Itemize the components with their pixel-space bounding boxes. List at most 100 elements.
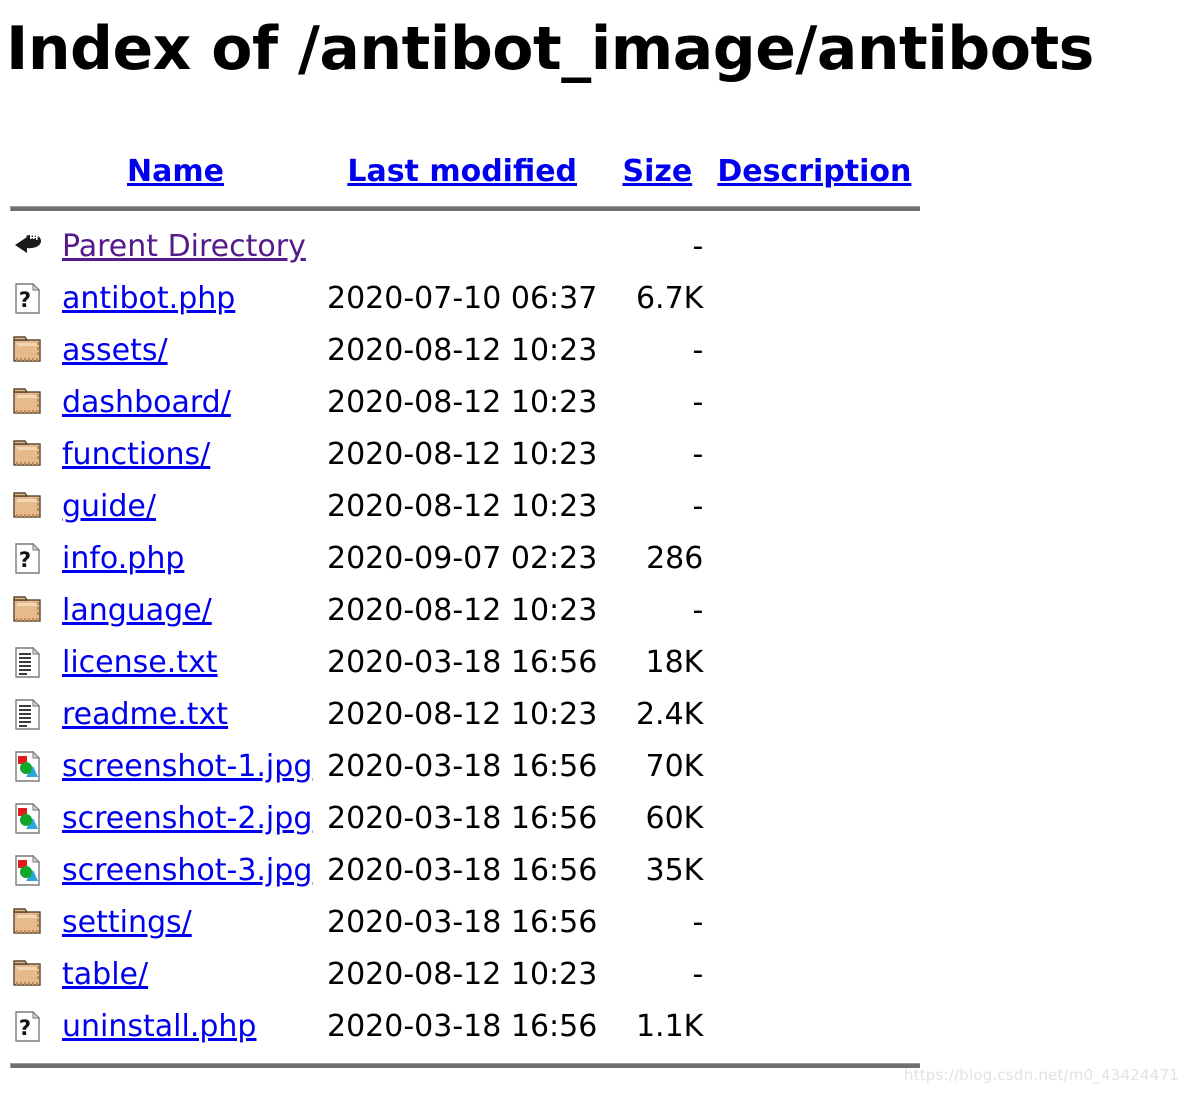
row-name-cell: uninstall.php [52,1001,327,1053]
unknown-file-icon: ? [12,282,44,316]
row-name-cell: readme.txt [52,689,327,741]
folder-icon [12,334,44,368]
row-last-modified-cell: 2020-08-12 10:23 [327,437,598,472]
row-description-cell [717,377,927,429]
horizontal-rule-top [10,206,920,211]
row-icon-cell: ? [0,273,52,325]
table-row: table/2020-08-12 10:23 - [0,949,927,1001]
file-link[interactable]: Parent Directory [62,229,306,264]
table-row: readme.txt 2020-08-12 10:23 2.4K [0,689,927,741]
row-last-modified-cell: 2020-03-18 16:56 [327,801,598,836]
file-link[interactable]: screenshot-2.jpg [62,801,312,836]
row-description-cell [717,897,927,949]
row-icon-cell [0,481,52,533]
file-link[interactable]: language/ [62,593,212,628]
row-size-cell: - [692,229,704,264]
file-link[interactable]: readme.txt [62,697,228,732]
file-link[interactable]: table/ [62,957,148,992]
column-header-last-modified-cell: Last modified [327,148,597,196]
row-description-cell [717,1001,927,1053]
table-row: ? uninstall.php 2020-03-18 16:56 1.1K [0,1001,927,1053]
row-description-cell [717,689,927,741]
row-last-modified-cell: 2020-08-12 10:23 [327,697,598,732]
row-name-cell: language/ [52,585,327,637]
row-name-cell: license.txt [52,637,327,689]
folder-icon [12,958,44,992]
table-row: screenshot-3.jpg 2020-03-18 16:56 35K [0,845,927,897]
row-size-cell: - [692,593,704,628]
row-name-cell: info.php [52,533,327,585]
row-icon-cell [0,897,52,949]
table-row: assets/2020-08-12 10:23 - [0,325,927,377]
table-row: settings/2020-03-18 16:56 - [0,897,927,949]
svg-text:?: ? [19,548,31,572]
row-last-modified-cell: 2020-03-18 16:56 [327,749,598,784]
svg-text:?: ? [19,288,31,312]
row-description-cell [717,585,927,637]
folder-icon [12,490,44,524]
row-description-cell [717,481,927,533]
row-name-cell: Parent Directory [52,221,327,273]
row-description-cell [717,221,927,273]
row-name-cell: functions/ [52,429,327,481]
row-last-modified-cell [327,221,597,273]
row-size-cell: 18K [645,645,704,680]
row-description-cell [717,533,927,585]
row-last-modified-cell: 2020-08-12 10:23 [327,333,598,368]
table-row: language/2020-08-12 10:23 - [0,585,927,637]
folder-icon [12,438,44,472]
row-icon-cell [0,325,52,377]
row-icon-cell: ? [0,533,52,585]
row-last-modified-cell: 2020-03-18 16:56 [327,905,598,940]
table-row: screenshot-2.jpg 2020-03-18 16:56 60K [0,793,927,845]
column-header-size-cell: Size [597,148,717,196]
row-icon-cell [0,845,52,897]
row-description-cell [717,949,927,1001]
file-link[interactable]: antibot.php [62,281,235,316]
row-icon-cell [0,585,52,637]
file-link[interactable]: guide/ [62,489,156,524]
row-size-cell: 60K [645,801,704,836]
file-link[interactable]: assets/ [62,333,168,368]
image-file-icon [12,750,44,784]
sort-by-name-link[interactable]: Name [127,154,224,189]
unknown-file-icon: ? [12,542,44,576]
row-size-cell: 6.7K [635,281,704,316]
table-row: dashboard/2020-08-12 10:23 - [0,377,927,429]
file-link[interactable]: settings/ [62,905,192,940]
row-last-modified-cell: 2020-08-12 10:23 [327,957,598,992]
row-size-cell: - [692,437,704,472]
row-name-cell: settings/ [52,897,327,949]
file-link[interactable]: screenshot-1.jpg [62,749,312,784]
row-name-cell: screenshot-3.jpg [52,845,327,897]
row-name-cell: antibot.php [52,273,327,325]
sort-by-description-link[interactable]: Description [717,154,911,189]
text-file-icon [12,698,44,732]
directory-index-table: Name Last modified Size Description Pare… [0,148,927,1078]
file-link[interactable]: dashboard/ [62,385,231,420]
footer-separator-row [0,1053,927,1078]
table-body: Parent Directory -? antibot.php 2020-07-10 … [0,221,927,1053]
row-icon-cell [0,741,52,793]
image-file-icon [12,854,44,888]
row-last-modified-cell: 2020-08-12 10:23 [327,489,598,524]
table-row: Parent Directory - [0,221,927,273]
file-link[interactable]: info.php [62,541,184,576]
row-description-cell [717,637,927,689]
sort-by-size-link[interactable]: Size [622,154,692,189]
row-icon-cell: ? [0,1001,52,1053]
row-size-cell: - [692,489,704,524]
file-link[interactable]: screenshot-3.jpg [62,853,312,888]
row-icon-cell [0,689,52,741]
file-link[interactable]: license.txt [62,645,218,680]
table-row: guide/2020-08-12 10:23 - [0,481,927,533]
folder-icon [12,906,44,940]
row-icon-cell [0,429,52,481]
file-link[interactable]: uninstall.php [62,1009,256,1044]
unknown-file-icon: ? [12,1010,44,1044]
file-link[interactable]: functions/ [62,437,210,472]
table-row: license.txt 2020-03-18 16:56 18K [0,637,927,689]
text-file-icon [12,646,44,680]
row-description-cell [717,793,927,845]
sort-by-last-modified-link[interactable]: Last modified [347,154,577,189]
